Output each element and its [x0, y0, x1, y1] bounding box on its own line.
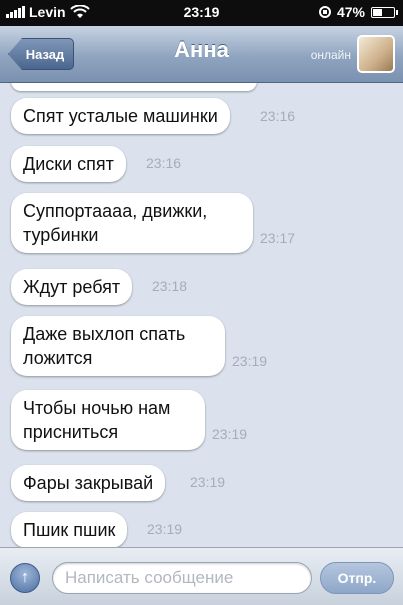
partial-message-bubble: [11, 83, 257, 91]
avatar[interactable]: [357, 35, 395, 73]
send-button-label: Отпр.: [337, 570, 377, 586]
message-time: 23:19: [190, 474, 226, 490]
message-time: 23:16: [146, 155, 182, 171]
arrow-up-icon: ↑: [21, 569, 29, 586]
online-status: онлайн: [310, 48, 351, 62]
status-bar: Levin 23:19 47%: [0, 0, 403, 26]
message-input[interactable]: [52, 562, 312, 594]
message-bubble[interactable]: Пшик пшик: [11, 512, 128, 547]
message-bubble[interactable]: Суппортаааа, движки, турбинки: [11, 193, 253, 253]
message-text: Спят усталые машинки: [23, 106, 218, 126]
battery-percent: 47%: [336, 4, 365, 20]
message-text: Фары закрывай: [23, 473, 154, 493]
message-text: Даже выхлоп спать ложится: [23, 324, 186, 368]
message-time: 23:18: [152, 278, 188, 294]
message-bubble[interactable]: Спят усталые машинки: [11, 98, 230, 134]
send-button[interactable]: Отпр.: [320, 562, 394, 594]
navigation-bar: Назад Анна онлайн: [0, 26, 403, 83]
message-text: Диски спят: [23, 154, 114, 174]
message-bubble[interactable]: Диски спят: [11, 146, 126, 182]
message-bubble[interactable]: Ждут ребят: [11, 269, 133, 305]
message-time: 23:19: [212, 426, 248, 442]
message-list[interactable]: Спят усталые машинки 23:16 Диски спят 23…: [0, 83, 403, 547]
message-time: 23:19: [147, 521, 183, 537]
composer-bar: ↑ Отпр.: [0, 547, 403, 605]
message-text: Ждут ребят: [23, 277, 121, 297]
message-time: 23:16: [260, 108, 296, 124]
message-bubble[interactable]: Даже выхлоп спать ложится: [11, 316, 225, 376]
status-right: 47%: [318, 4, 398, 20]
message-text: Чтобы ночью нам присниться: [23, 398, 171, 442]
message-text: Пшик пшик: [23, 520, 116, 540]
message-time: 23:17: [260, 230, 296, 246]
message-bubble[interactable]: Чтобы ночью нам присниться: [11, 390, 205, 450]
battery-icon: [371, 6, 398, 18]
message-bubble[interactable]: Фары закрывай: [11, 465, 166, 501]
message-text: Суппортаааа, движки, турбинки: [23, 201, 208, 245]
message-time: 23:19: [232, 353, 268, 369]
attach-button[interactable]: ↑: [10, 563, 40, 593]
rotation-lock-icon: [318, 6, 331, 18]
